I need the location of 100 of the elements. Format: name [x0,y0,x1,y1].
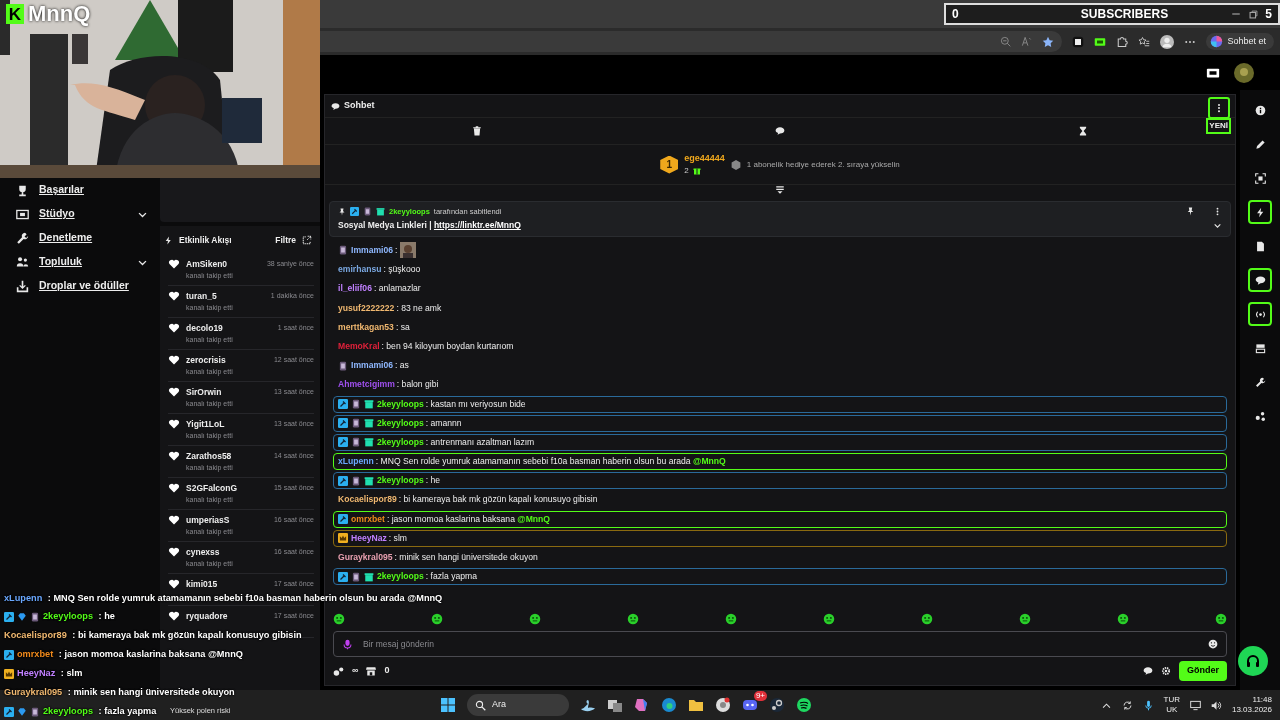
user-name[interactable]: MemoKral [338,341,380,351]
chrome-icon[interactable] [715,697,731,713]
user-name[interactable]: emirhansu [338,264,382,275]
user-name: 2keyyloops [43,610,94,624]
emote-icon[interactable] [529,613,541,625]
user-name[interactable]: AmSiken0 [186,258,228,271]
link[interactable]: https://linktr.ee/MnnQ [433,219,521,232]
discord-icon[interactable] [742,697,758,713]
folder-icon[interactable] [688,697,704,713]
points-icon[interactable] [333,665,344,677]
language-indicator[interactable]: TUR UK [1163,695,1180,715]
settings-icon[interactable] [1161,666,1171,676]
leader-name[interactable]: ege44444 [684,151,725,166]
user-name[interactable]: cynexss [186,546,220,559]
user-name[interactable]: Yigit1LoL [186,418,225,431]
more-button[interactable] [1207,97,1230,119]
user-name[interactable]: 2keyyloops [377,436,424,447]
user-name[interactable]: Kocaelispor89 [338,494,397,505]
user-name[interactable]: 2keyyloops [377,417,424,428]
favorites-icon[interactable] [1138,35,1151,48]
task-view-icon[interactable] [607,697,623,713]
gift-badge-icon [364,399,374,409]
copilot-button[interactable]: Sohbet et [1206,32,1274,51]
emote-icon[interactable] [431,613,443,625]
taskbar-search[interactable]: Ara [467,694,569,716]
sidebar-item[interactable]: Droplar ve ödüller [16,274,148,298]
user-name[interactable]: il_eliif06 [338,283,372,294]
user-name[interactable]: yusuf2222222 [338,302,395,313]
extension-icon[interactable] [1072,35,1085,48]
browser-icon[interactable] [661,697,677,713]
message-field[interactable]: Bir mesaj gönderin [361,636,1200,652]
pin-icon[interactable] [1186,207,1195,217]
emote-icon[interactable] [725,613,737,625]
chevron-down-icon[interactable] [1213,221,1222,231]
user-name[interactable]: zerocrisis [186,354,226,367]
emote-icon[interactable] [823,613,835,625]
user-name[interactable]: Guraykral095 [338,552,393,563]
steam-icon[interactable] [769,697,785,713]
microphone-icon[interactable] [1142,699,1154,711]
user-name[interactable]: umperiasS [186,514,230,527]
zoom-out-icon[interactable] [1000,36,1012,47]
trash-icon[interactable] [471,126,482,136]
scroll-down-icon[interactable] [775,185,785,195]
star-icon[interactable] [1042,35,1055,48]
user-name[interactable]: HeeyNaz [351,532,387,543]
sidebar-item[interactable]: Topluluk [16,250,148,274]
message-input[interactable]: Bir mesaj gönderin [333,631,1227,657]
user-name[interactable]: Immami06 [351,360,394,371]
popout-icon[interactable] [302,235,312,245]
emote-icon[interactable] [627,613,639,625]
read-aloud-icon[interactable] [1021,36,1033,47]
user-name[interactable]: omrxbet [351,513,385,524]
emote-icon[interactable] [1215,613,1227,625]
user-name[interactable]: 2keyyloops [377,475,424,486]
user-name[interactable]: decolo19 [186,322,223,335]
monitor-icon[interactable] [1189,699,1201,711]
puzzle-icon[interactable] [1116,35,1129,48]
bolt-button[interactable] [1248,200,1272,224]
emoji-icon[interactable] [1208,639,1218,649]
sidebar-item[interactable]: Başarılar [16,178,148,202]
user-name[interactable]: ryquadore [186,610,228,623]
sync-icon[interactable] [1121,699,1133,711]
store-icon[interactable] [366,666,377,676]
avatar-icon[interactable] [1160,34,1175,49]
chat-icon[interactable] [775,126,785,136]
mention[interactable]: @MnnQ [693,456,726,467]
user-name[interactable]: 2keyyloops [377,398,424,409]
mention[interactable]: @MnnQ [517,513,551,524]
user-name[interactable]: kimi015 [186,578,218,591]
emote-icon[interactable] [1117,613,1129,625]
sidebar-item[interactable]: Stüdyo [16,202,148,226]
emote-icon[interactable] [1019,613,1031,625]
user-name[interactable]: Immami06 [351,244,394,255]
user-name[interactable]: S2GFalconG [186,482,237,495]
swan-icon[interactable] [580,697,596,713]
user-name[interactable]: Zarathos58 [186,450,232,463]
start-icon[interactable] [440,697,456,713]
sidebar-item[interactable]: Denetleme [16,226,148,250]
copilot-icon[interactable] [634,697,650,713]
user-name[interactable]: merttkagan53 [338,321,394,332]
clock[interactable]: 11:48 13.03.2026 [1231,695,1272,715]
user-name[interactable]: SirOrwin [186,386,222,399]
filter-button[interactable]: Filtre [275,233,296,247]
avatar-icon[interactable] [1234,62,1254,83]
user-name[interactable]: xLupenn [338,456,374,467]
hourglass-icon[interactable] [1078,126,1089,136]
speaker-icon[interactable] [1210,699,1222,711]
send-button[interactable]: Gönder [1179,661,1227,681]
extension-icon[interactable] [1094,35,1107,48]
user-name[interactable]: Ahmetcigimm [338,379,395,390]
broadcast-button[interactable] [1248,302,1272,326]
chat-button[interactable] [1248,268,1272,292]
chat-icon[interactable] [1143,666,1153,676]
user-name[interactable]: turan_5 [186,290,217,303]
pinned-text: Sosyal Medya Linkleri | [338,219,433,232]
user-name[interactable]: 2keyyloops [377,571,424,582]
emote-icon[interactable] [921,613,933,625]
spotify-icon[interactable] [796,697,812,713]
people-icon [16,255,29,269]
emote-icon[interactable] [333,613,345,625]
